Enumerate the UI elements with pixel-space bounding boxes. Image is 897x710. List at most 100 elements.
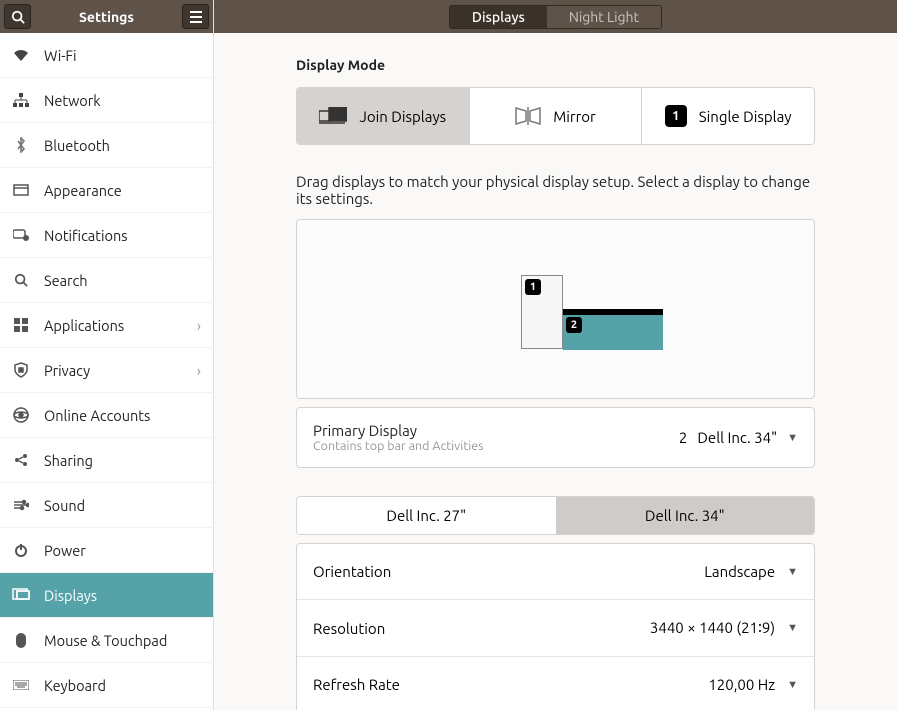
sidebar-item-label: Sound xyxy=(44,497,85,514)
primary-display-num: 2 xyxy=(679,429,687,446)
wifi-icon xyxy=(12,49,30,61)
display-topbar xyxy=(563,309,663,315)
display-arranger[interactable]: 1 2 xyxy=(296,219,815,399)
chevron-right-icon: › xyxy=(197,317,201,334)
sidebar-item-label: Online Accounts xyxy=(44,407,150,424)
display-badge: 1 xyxy=(525,279,541,295)
sidebar-item-label: Notifications xyxy=(44,227,128,244)
network-icon xyxy=(12,93,30,107)
displays-icon xyxy=(12,588,30,602)
chevron-down-icon: ▼ xyxy=(787,679,798,691)
chevron-down-icon: ▼ xyxy=(787,566,798,578)
sidebar-item-sharing[interactable]: Sharing xyxy=(0,438,213,483)
sidebar-item-label: Displays xyxy=(44,587,97,604)
sidebar-item-label: Appearance xyxy=(44,182,122,199)
sidebar-item-label: Mouse & Touchpad xyxy=(44,632,167,649)
display-tab-1[interactable]: Dell Inc. 27" xyxy=(297,497,556,534)
setting-label: Resolution xyxy=(313,620,385,637)
sidebar-item-network[interactable]: Network xyxy=(0,78,213,123)
mode-label: Mirror xyxy=(553,108,596,125)
hamburger-icon xyxy=(189,11,203,23)
join-displays-icon xyxy=(319,107,347,125)
setting-label: Orientation xyxy=(313,563,391,580)
main-header: Displays Night Light xyxy=(214,0,897,33)
sidebar-item-label: Sharing xyxy=(44,452,93,469)
refresh-rate-row[interactable]: Refresh Rate 120,00 Hz ▼ xyxy=(297,657,814,710)
sidebar-item-label: Bluetooth xyxy=(44,137,110,154)
mouse-icon xyxy=(12,633,30,648)
sidebar-item-label: Power xyxy=(44,542,86,559)
display-tile-2[interactable]: 2 xyxy=(563,309,663,350)
setting-label: Refresh Rate xyxy=(313,676,400,693)
display-tab-2[interactable]: Dell Inc. 34" xyxy=(556,497,815,534)
sidebar-item-privacy[interactable]: Privacy › xyxy=(0,348,213,393)
display-select-tabs: Dell Inc. 27" Dell Inc. 34" xyxy=(296,496,815,535)
sidebar-item-label: Search xyxy=(44,272,88,289)
content: Display Mode Join Displays Mirror 1 Sing… xyxy=(214,33,897,710)
search-icon xyxy=(12,273,30,287)
sharing-icon xyxy=(12,453,30,467)
mode-label: Single Display xyxy=(699,108,792,125)
bluetooth-icon xyxy=(12,137,30,153)
sidebar-item-wifi[interactable]: Wi-Fi xyxy=(0,33,213,78)
sidebar-item-label: Applications xyxy=(44,317,124,334)
orientation-row[interactable]: Orientation Landscape ▼ xyxy=(297,544,814,600)
chevron-down-icon: ▼ xyxy=(787,432,798,444)
setting-value: Landscape xyxy=(704,563,775,580)
apps-icon xyxy=(12,318,30,332)
header-tabs: Displays Night Light xyxy=(449,5,662,29)
chevron-down-icon: ▼ xyxy=(787,622,798,634)
display-mode-title: Display Mode xyxy=(296,57,815,73)
primary-display-value: Dell Inc. 34" xyxy=(697,429,777,446)
sidebar-item-bluetooth[interactable]: Bluetooth xyxy=(0,123,213,168)
resolution-row[interactable]: Resolution 3440 × 1440 (21∶9) ▼ xyxy=(297,600,814,657)
sidebar-item-label: Network xyxy=(44,92,101,109)
mirror-icon xyxy=(515,107,541,125)
mode-single-display[interactable]: 1 Single Display xyxy=(642,88,814,144)
privacy-icon xyxy=(12,362,30,378)
setting-value: 3440 × 1440 (21∶9) xyxy=(650,619,775,637)
mode-label: Join Displays xyxy=(359,108,446,125)
chevron-right-icon: › xyxy=(197,362,201,379)
primary-display-row[interactable]: Primary Display Contains top bar and Act… xyxy=(296,407,815,468)
sidebar-item-label: Privacy xyxy=(44,362,90,379)
sidebar-item-keyboard[interactable]: Keyboard xyxy=(0,663,213,708)
notifications-icon xyxy=(12,229,30,241)
appearance-icon xyxy=(12,184,30,196)
tab-displays[interactable]: Displays xyxy=(450,6,547,28)
sidebar-item-appearance[interactable]: Appearance xyxy=(0,168,213,213)
sidebar-item-notifications[interactable]: Notifications xyxy=(0,213,213,258)
sidebar-header: Settings xyxy=(0,0,213,33)
tab-night-light[interactable]: Night Light xyxy=(547,6,661,28)
sidebar-item-power[interactable]: Power xyxy=(0,528,213,573)
setting-value: 120,00 Hz xyxy=(708,676,775,693)
sidebar-item-sound[interactable]: Sound xyxy=(0,483,213,528)
search-icon xyxy=(11,10,25,24)
sidebar-item-label: Keyboard xyxy=(44,677,106,694)
sidebar-item-search[interactable]: Search xyxy=(0,258,213,303)
display-tile-1[interactable]: 1 xyxy=(521,275,563,349)
sidebar: Settings Wi-Fi Network Bluetooth Appeara… xyxy=(0,0,214,710)
sidebar-items: Wi-Fi Network Bluetooth Appearance Notif… xyxy=(0,33,213,710)
primary-display-sub: Contains top bar and Activities xyxy=(313,439,484,453)
power-icon xyxy=(12,543,30,557)
arrangement-hint: Drag displays to match your physical dis… xyxy=(296,173,815,207)
sidebar-item-label: Wi-Fi xyxy=(44,47,77,64)
display-settings: Orientation Landscape ▼ Resolution 3440 ×… xyxy=(296,543,815,710)
mode-join-displays[interactable]: Join Displays xyxy=(297,88,470,144)
mode-mirror[interactable]: Mirror xyxy=(470,88,643,144)
sidebar-item-online-accounts[interactable]: Online Accounts xyxy=(0,393,213,438)
menu-button[interactable] xyxy=(182,4,209,29)
keyboard-icon xyxy=(12,680,30,690)
sidebar-title: Settings xyxy=(39,9,174,25)
search-button[interactable] xyxy=(4,4,31,29)
display-mode-group: Join Displays Mirror 1 Single Display xyxy=(296,87,815,145)
display-badge: 2 xyxy=(566,317,582,333)
sidebar-item-mouse[interactable]: Mouse & Touchpad xyxy=(0,618,213,663)
single-display-icon: 1 xyxy=(665,105,687,127)
accounts-icon xyxy=(12,407,30,423)
primary-display-title: Primary Display xyxy=(313,422,484,439)
sidebar-item-displays[interactable]: Displays xyxy=(0,573,213,618)
sidebar-item-applications[interactable]: Applications › xyxy=(0,303,213,348)
main-panel: Displays Night Light Display Mode Join D… xyxy=(214,0,897,710)
